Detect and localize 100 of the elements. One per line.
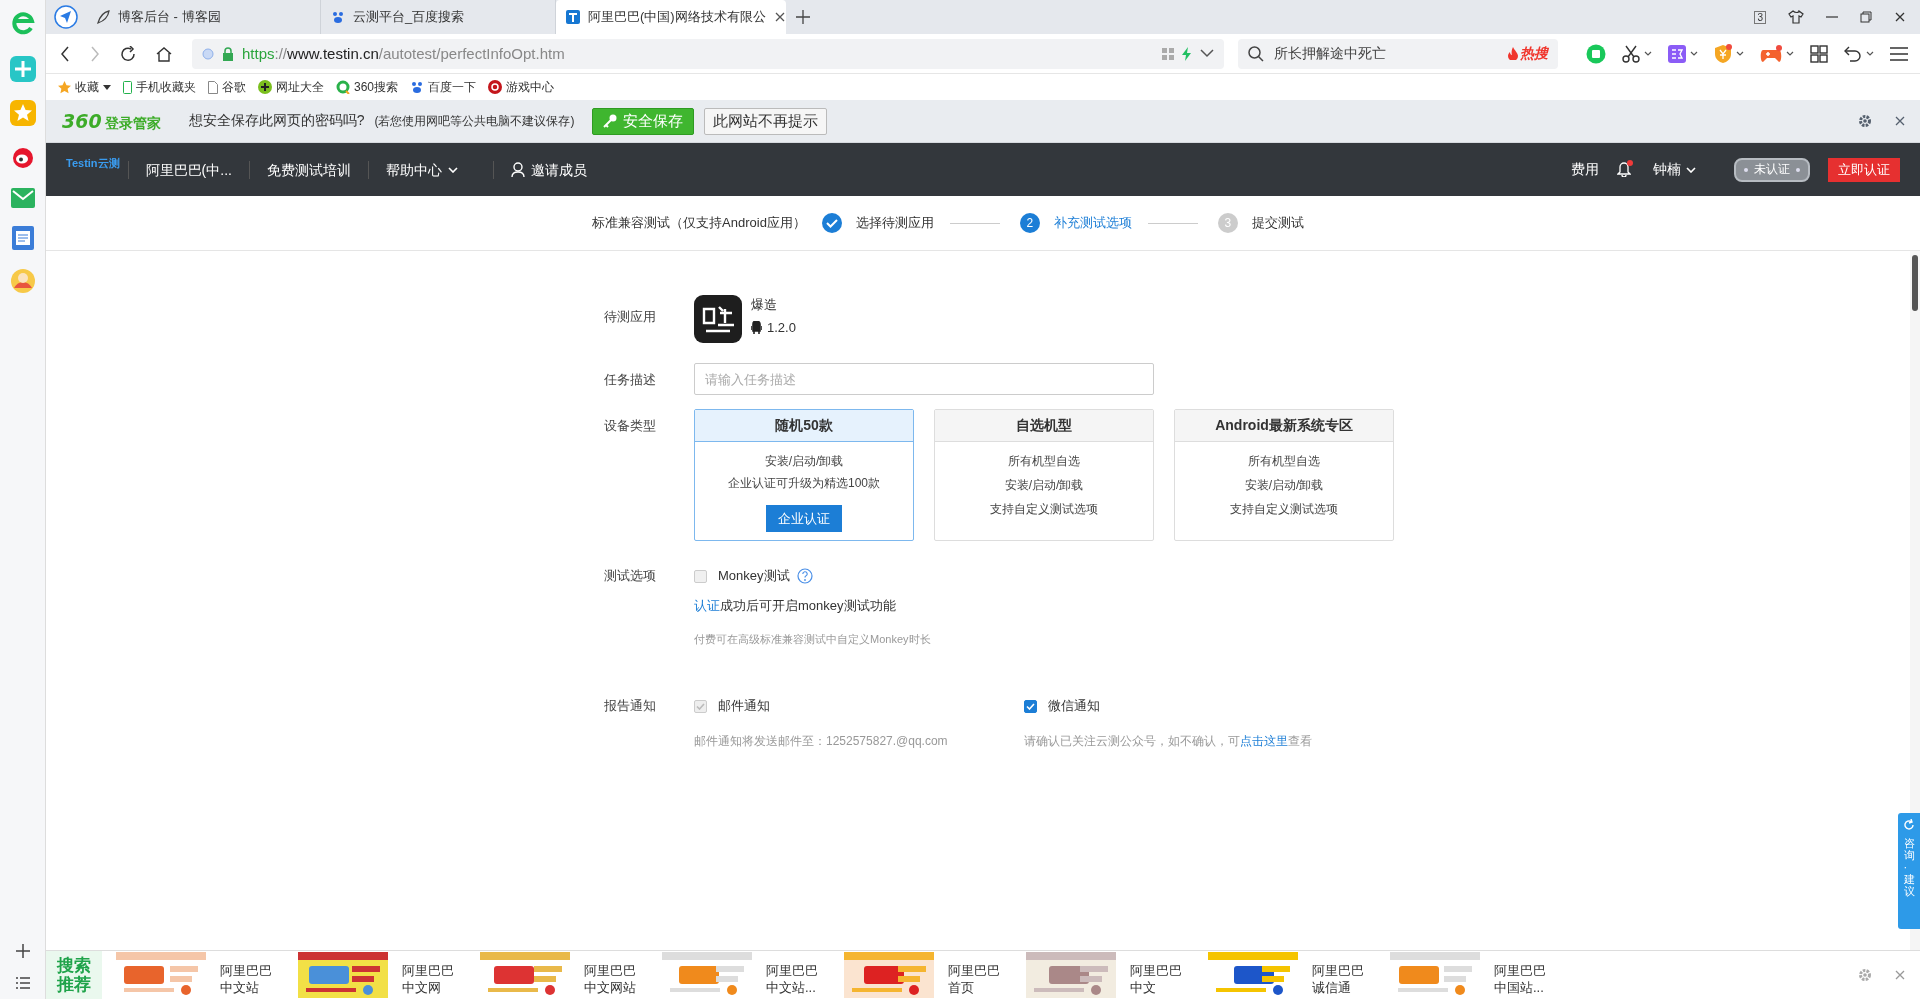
bookmark-link[interactable]: 谷歌 [222, 78, 246, 96]
nav-link[interactable]: 阿里巴巴(中... [127, 160, 249, 179]
gamepad-icon[interactable] [1760, 44, 1782, 63]
bookmark-link[interactable]: 游戏中心 [506, 78, 555, 96]
navigation-icon[interactable] [54, 5, 78, 29]
recommend-link[interactable]: 阿里巴巴 诚信通 [1312, 954, 1364, 996]
scrollbar-thumb[interactable] [1912, 255, 1918, 311]
medical-app-icon[interactable] [9, 56, 36, 82]
grid-icon[interactable] [1810, 44, 1828, 63]
site-favicon-icon [566, 10, 580, 24]
email-note: 邮件通知将发送邮件至：1252575827.@qq.com [694, 733, 949, 750]
star-icon [58, 80, 71, 94]
option-feature: 安装/启动/卸载 [1244, 477, 1324, 494]
password-note: (若您使用网吧等公共电脑不建议保存) [374, 112, 575, 130]
nav-link[interactable]: 邀请成员 [492, 160, 604, 179]
close-icon[interactable] [1894, 115, 1906, 127]
undo-icon[interactable] [1844, 44, 1862, 63]
bookmark-link[interactable]: 收藏 [75, 78, 99, 96]
app-name: 爆造 [751, 296, 778, 314]
home-icon[interactable] [156, 45, 172, 62]
url-text: https://www.testin.cn/autotest/perfectInfoOpt.htm [242, 45, 566, 62]
caret-icon [1690, 51, 1698, 56]
back-icon[interactable] [60, 45, 70, 62]
mail-icon[interactable] [10, 188, 35, 208]
nav-link[interactable]: 免费测试培训 [248, 160, 368, 179]
caret-icon [1866, 51, 1874, 56]
recommend-link[interactable]: 阿里巴巴 中文网站 [584, 954, 636, 996]
checkbox-label: 微信通知 [1048, 697, 1100, 715]
reload-icon[interactable] [120, 45, 136, 62]
lightning-icon[interactable] [1182, 46, 1192, 61]
option-feature: 安装/启动/卸载 [764, 453, 844, 470]
site-logo[interactable]: Testin云测 [66, 156, 120, 171]
add-icon[interactable] [14, 943, 31, 959]
task-description-input[interactable]: 请输入任务描述 [694, 363, 1154, 395]
step-label[interactable]: 提交测试 [1251, 214, 1304, 232]
click-here-link[interactable]: 点击这里 [1240, 734, 1288, 748]
recommend-link[interactable]: 阿里巴巴 中文站... [766, 954, 818, 996]
restore-icon[interactable] [1860, 11, 1872, 23]
shield-coin-icon[interactable] [1714, 43, 1732, 64]
phone-icon [123, 80, 132, 94]
translate-icon[interactable] [1668, 44, 1686, 63]
option-title: Android最新系统专区 [1175, 410, 1393, 442]
fee-link[interactable]: 费用 [1571, 160, 1599, 179]
device-option-card[interactable]: 随机50款 安装/启动/卸载 企业认证可升级为精选100款 企业认证 [694, 409, 914, 541]
bookmark-link[interactable]: 360搜索 [354, 78, 399, 96]
app-launcher-icon[interactable] [1586, 43, 1606, 64]
verify-button[interactable]: 立即认证 [1828, 157, 1900, 182]
step-number: 2 [1019, 213, 1040, 233]
tab-count[interactable]: 3 [1754, 10, 1766, 24]
browser-tab[interactable]: 阿里巴巴(中国)网络技术有限公 [556, 0, 786, 34]
recommend-link[interactable]: 阿里巴巴 中国站... [1494, 954, 1546, 996]
never-remind-button[interactable]: 此网站不再提示 [704, 107, 828, 135]
step-label[interactable]: 补充测试选项 [1053, 214, 1132, 232]
notification-dot [1627, 160, 1633, 166]
enterprise-verify-button[interactable]: 企业认证 [766, 505, 842, 532]
option-feature: 支持自定义测试选项 [990, 501, 1098, 518]
checkbox-label: 邮件通知 [718, 697, 770, 715]
game-badge-icon [488, 80, 503, 94]
nav-link[interactable]: 帮助中心 [367, 160, 475, 179]
caret-icon[interactable] [103, 84, 111, 90]
settings-icon[interactable] [1858, 114, 1872, 128]
bookmark-link[interactable]: 百度一下 [428, 78, 477, 96]
status-badge: 未认证 [1734, 157, 1810, 182]
address-field[interactable]: https://www.testin.cn/autotest/perfectInfoOpt.htm [192, 38, 1224, 69]
settings-icon[interactable] [1858, 968, 1872, 982]
chevron-down-icon [447, 166, 458, 173]
search-field[interactable]: 所长押解途中死亡 热搜 [1238, 38, 1558, 69]
recommend-link[interactable]: 阿里巴巴 首页 [948, 954, 1000, 996]
field-label: 报告通知 [604, 697, 657, 715]
recommend-link[interactable]: 阿里巴巴 中文网 [402, 954, 454, 996]
device-option-card[interactable]: 自选机型 所有机型自选 安装/启动/卸载 支持自定义测试选项 [934, 409, 1154, 541]
password-question: 想安全保存此网页的密码吗? [188, 112, 365, 130]
new-tab-icon[interactable] [796, 10, 810, 24]
bell-icon[interactable] [1617, 162, 1631, 177]
caret-icon [1736, 51, 1744, 56]
device-option-card[interactable]: Android最新系统专区 所有机型自选 安装/启动/卸载 支持自定义测试选项 [1174, 409, 1394, 541]
brand-logo: 360 [62, 109, 102, 132]
user-menu[interactable]: 钟楠 [1653, 160, 1696, 179]
bookmark-link[interactable]: 网址大全 [276, 78, 324, 96]
checkbox-label: Monkey测试 [718, 567, 790, 585]
list-icon[interactable] [15, 977, 30, 989]
scissors-icon[interactable] [1622, 44, 1640, 63]
bookmark-link[interactable]: 手机收藏夹 [136, 78, 196, 96]
chevron-down-icon[interactable] [1200, 49, 1214, 58]
verify-link[interactable]: 认证 [694, 598, 720, 613]
step-label[interactable]: 选择待测应用 [855, 214, 934, 232]
close-icon[interactable] [1894, 11, 1906, 23]
recommend-link[interactable]: 阿里巴巴 中文 [1130, 954, 1182, 996]
checkbox[interactable] [1024, 699, 1037, 713]
document-icon[interactable] [11, 226, 34, 250]
help-icon[interactable] [796, 568, 813, 584]
recommend-link[interactable]: 阿里巴巴 中文站 [220, 954, 272, 996]
menu-icon[interactable] [1890, 45, 1908, 62]
close-icon[interactable] [773, 11, 786, 23]
game-character-icon[interactable] [9, 268, 36, 294]
caret-icon [1786, 51, 1794, 56]
shirt-icon[interactable] [1788, 10, 1804, 24]
wechat-note: 请确认已关注云测公众号，如不确认，可点击这里查看 [1024, 733, 1312, 750]
lock-icon [222, 46, 234, 61]
paw-icon [410, 80, 425, 94]
